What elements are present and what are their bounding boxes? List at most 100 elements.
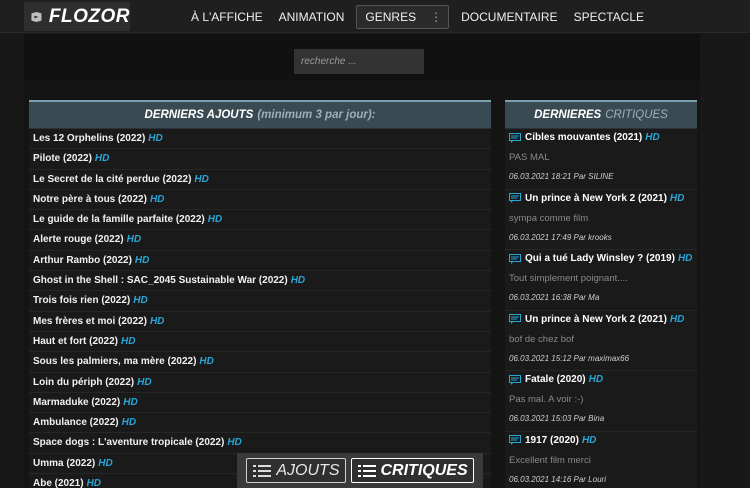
movie-title: Mes frères et moi (2022)	[33, 315, 147, 327]
comment-icon	[509, 253, 521, 264]
movie-title: Abe (2021)	[33, 478, 84, 488]
critiques-button[interactable]: CRITIQUES	[350, 458, 474, 483]
hd-badge: HD	[207, 214, 223, 226]
latest-additions-title: DERNIERS AJOUTS	[144, 109, 254, 121]
list-icon	[253, 464, 272, 477]
latest-reviews-list: Cibles mouvantes (2021) HD PAS MAL 06.03.20…	[505, 129, 697, 488]
hd-badge: HD	[123, 396, 138, 408]
latest-movie-item[interactable]: Mes frères et moi (2022) HD	[29, 312, 491, 332]
movie-title: Haut et fort (2022)	[33, 335, 119, 347]
hd-badge: HD	[588, 374, 604, 385]
movie-title: Les 12 Orphelins (2022)	[33, 133, 146, 144]
nav-animation[interactable]: ANIMATION	[271, 10, 353, 24]
review-text: sympa comme film	[509, 212, 589, 224]
latest-reviews-title-muted: CRITIQUES	[605, 109, 668, 121]
review-movie-link[interactable]: 1917 (2020) HD	[509, 435, 596, 446]
movie-title: Alerte rouge (2022)	[33, 234, 124, 246]
latest-reviews-panel: DERNIERES CRITIQUES Cibles mouvantes (20…	[505, 100, 697, 488]
hd-badge: HD	[98, 457, 113, 469]
search-input[interactable]	[294, 49, 424, 74]
latest-additions-subtitle: (minimum 3 par jour):	[257, 109, 376, 121]
latest-movie-item[interactable]: Ghost in the Shell : SAC_2045 Sustainabl…	[29, 271, 491, 292]
nav-genres-dropdown[interactable]: GENRES ⋮	[356, 4, 450, 29]
comment-icon	[509, 435, 521, 445]
hd-badge: HD	[148, 133, 163, 144]
review-text: Excellent film merci	[509, 454, 591, 466]
review-movie-link[interactable]: Cibles mouvantes (2021) HD	[509, 132, 660, 143]
latest-movie-item[interactable]: Alerte rouge (2022) HD	[29, 230, 491, 251]
film-logo-icon	[31, 11, 42, 22]
latest-movie-item[interactable]: Pilote (2022) HD	[29, 149, 491, 170]
nav-spectacle[interactable]: SPECTACLE	[566, 10, 652, 24]
latest-movie-item[interactable]: Sous les palmiers, ma mère (2022) HD	[29, 352, 491, 373]
hd-badge: HD	[194, 173, 209, 185]
latest-movie-item[interactable]: Notre père à tous (2022) HD	[29, 190, 491, 211]
review-text: PAS MAL	[509, 152, 550, 163]
review-meta: 06.03.2021 14:16 Par Louri	[509, 474, 606, 484]
review-item: Fatale (2020) HD Pas mal. A voir :-) 06.03.…	[505, 371, 697, 432]
section-switcher: AJOUTS CRITIQUES	[237, 453, 483, 488]
latest-movie-item[interactable]: Le Secret de la cité perdue (2022) HD	[29, 170, 491, 190]
site-logo[interactable]: FLOZOR	[24, 2, 130, 31]
latest-movie-item[interactable]: Ambulance (2022) HD	[29, 413, 491, 434]
review-text: Pas mal. A voir :-)	[509, 394, 584, 405]
review-movie-title: Un prince à New York 2 (2021)	[525, 192, 667, 204]
hd-badge: HD	[581, 434, 597, 446]
latest-movie-item[interactable]: Arthur Rambo (2022) HD	[29, 251, 491, 272]
review-movie-title: Un prince à New York 2 (2021)	[525, 313, 667, 325]
comment-icon	[509, 314, 521, 324]
review-movie-link[interactable]: Fatale (2020) HD	[509, 374, 603, 385]
comment-icon	[509, 132, 521, 143]
movie-title: Sous les palmiers, ma mère (2022)	[33, 356, 197, 368]
hd-badge: HD	[133, 295, 148, 307]
review-movie-link[interactable]: Un prince à New York 2 (2021) HD	[509, 314, 684, 325]
hd-badge: HD	[121, 335, 136, 347]
nav-a-l-affiche[interactable]: À L'AFFICHE	[183, 10, 271, 24]
latest-movie-item[interactable]: Le guide de la famille parfaite (2022) HD	[29, 210, 491, 231]
hd-badge: HD	[669, 313, 685, 325]
comment-icon	[509, 193, 521, 203]
review-item: Qui a tué Lady Winsley ? (2019) HD Tout si…	[505, 250, 697, 311]
latest-reviews-header: DERNIERES CRITIQUES	[505, 100, 697, 129]
movie-title: Pilote (2022)	[33, 153, 92, 165]
review-meta: 06.03.2021 18:21 Par SILINE	[509, 172, 614, 181]
hd-badge: HD	[134, 254, 150, 266]
review-meta: 06.03.2021 15:03 Par Bina	[509, 414, 605, 423]
latest-additions-header: DERNIERS AJOUTS (minimum 3 par jour):	[29, 100, 491, 129]
latest-movie-item[interactable]: Trois fois rien (2022) HD	[29, 291, 491, 312]
comment-icon	[509, 374, 521, 385]
review-item: 1917 (2020) HD Excellent film merci 06.03.2…	[505, 432, 697, 488]
hd-badge: HD	[290, 275, 306, 287]
review-movie-link[interactable]: Qui a tué Lady Winsley ? (2019) HD	[509, 253, 692, 264]
hd-badge: HD	[645, 132, 660, 143]
latest-reviews-title: DERNIERES	[534, 109, 602, 121]
latest-movie-item[interactable]: Loin du périph (2022) HD	[29, 373, 491, 393]
hd-badge: HD	[149, 315, 165, 327]
latest-movie-item[interactable]: Les 12 Orphelins (2022) HD	[29, 129, 491, 150]
latest-movie-item[interactable]: Haut et fort (2022) HD	[29, 332, 491, 353]
nav-documentaire[interactable]: DOCUMENTAIRE	[453, 10, 565, 24]
hd-badge: HD	[677, 253, 693, 264]
latest-movie-item[interactable]: Space dogs : L'aventure tropicale (2022)…	[29, 433, 491, 454]
movie-title: Le Secret de la cité perdue (2022)	[33, 173, 192, 185]
hd-badge: HD	[121, 417, 137, 429]
movie-title: Loin du périph (2022)	[33, 376, 135, 388]
latest-additions-list: Les 12 Orphelins (2022) HD Pilote (2022) HD…	[29, 129, 491, 488]
ajouts-button[interactable]: AJOUTS	[246, 458, 346, 483]
latest-movie-item[interactable]: Marmaduke (2022) HD	[29, 393, 491, 414]
hd-badge: HD	[199, 356, 214, 368]
latest-additions-panel: DERNIERS AJOUTS (minimum 3 par jour): Le…	[29, 100, 491, 488]
movie-title: Umma (2022)	[33, 457, 96, 469]
movie-title: Notre père à tous (2022)	[33, 193, 147, 205]
review-meta: 06.03.2021 15:12 Par maximax66	[509, 353, 630, 363]
review-item: Un prince à New York 2 (2021) HD sympa com…	[505, 190, 697, 250]
movie-title: Space dogs : L'aventure tropicale (2022)	[33, 437, 225, 449]
movie-title: Le guide de la famille parfaite (2022)	[33, 214, 205, 226]
main-nav: À L'AFFICHE ANIMATION GENRES ⋮ DOCUMENTA…	[183, 0, 652, 33]
hd-badge: HD	[94, 153, 110, 165]
nav-genres-label: GENRES	[365, 9, 417, 24]
top-navbar: FLOZOR À L'AFFICHE ANIMATION GENRES ⋮ DO…	[0, 0, 750, 33]
hd-badge: HD	[227, 437, 242, 449]
review-movie-link[interactable]: Un prince à New York 2 (2021) HD	[509, 193, 684, 204]
hd-badge: HD	[86, 478, 102, 488]
